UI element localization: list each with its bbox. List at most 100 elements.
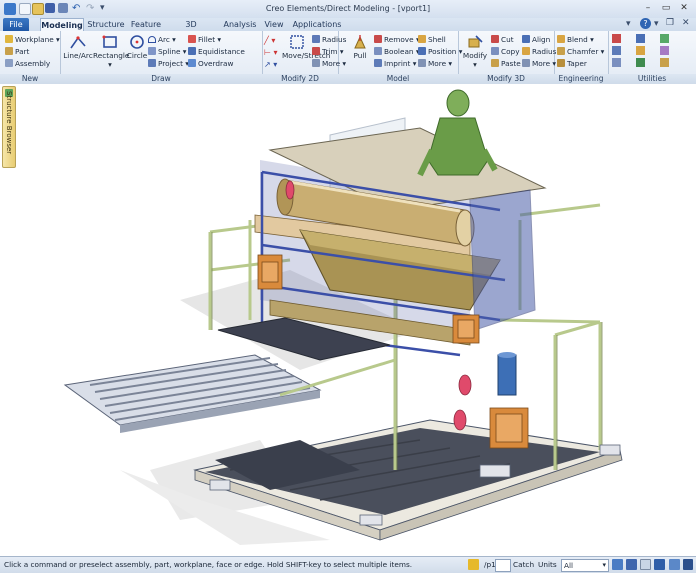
spline-icon [148,47,156,55]
paste-icon [491,59,499,67]
window-layout-icon[interactable] [683,559,693,570]
group-label-utilities: Utilities [608,74,696,84]
circle-button[interactable]: Circle [126,34,148,60]
minimize-button[interactable]: – [640,2,656,15]
tab-feature[interactable]: Feature [130,18,162,31]
arc-button[interactable]: Arc ▾ [148,34,176,45]
part-button[interactable]: Part [5,46,29,57]
3d-viewport[interactable] [0,84,696,556]
move-stretch-button[interactable]: Move/Stretch [282,34,330,60]
copy-button[interactable]: Copy [491,46,520,57]
group-engineering: Blend ▾ Chamfer ▾ Taper Engineering [554,31,609,84]
pull-button[interactable]: Pull [348,34,372,60]
filter-select[interactable]: All ▾ [561,559,609,572]
group-new: Workplane ▾ Part Assembly New [0,31,61,84]
confirm-icon[interactable] [654,559,665,570]
workplane-button[interactable]: Workplane ▾ [5,34,60,45]
utility-select-icon[interactable] [636,34,645,43]
help-icon[interactable]: ? [640,18,651,29]
sketch-line-icon[interactable]: ╱ ▾ [264,35,275,46]
status-bar: Click a command or preselect assembly, p… [0,556,696,573]
tab-file[interactable]: File [3,18,29,31]
restore-icon[interactable]: ❐ [666,18,674,28]
grid-icon[interactable] [669,559,680,570]
remove-button[interactable]: Remove ▾ [374,34,420,45]
assembly-button[interactable]: Assembly [5,58,50,69]
trim-icon [312,47,320,55]
tab-view[interactable]: View [262,18,286,31]
rectangle-button[interactable]: Rectangle ▾ [93,34,129,69]
settings-dropdown-icon[interactable]: ▾ [626,19,631,29]
project-button[interactable]: Project ▾ [148,58,189,69]
overdraw-button[interactable]: Overdraw [188,58,234,69]
sketch-misc-icon[interactable]: ↗ ▾ [264,59,277,70]
units-button[interactable]: Units [538,559,557,570]
imprint-button[interactable]: Imprint ▾ [374,58,416,69]
radius-3d-icon [522,47,530,55]
doc-close-icon[interactable]: ✕ [682,18,690,28]
window-title: Creo Elements/Direct Modeling - [vport1] [265,4,431,13]
radius-3d-button[interactable]: Radius [522,46,556,57]
ribbon-tab-bar: File Modeling Structure Feature 3D Geome… [0,18,696,42]
paste-button[interactable]: Paste [491,58,521,69]
utility-color-icon[interactable] [636,46,645,55]
catch-button[interactable]: Catch [513,559,534,570]
group-label-engineering: Engineering [554,74,608,84]
group-label-modify-2d: Modify 2D [262,74,338,84]
tab-3d-geometry[interactable]: 3D Geometry [166,18,216,42]
structure-browser-label: Structure Browser [5,91,13,155]
fillet-button[interactable]: Fillet ▾ [188,34,221,45]
shell-icon [418,35,426,43]
utility-properties-icon[interactable] [612,58,621,67]
fillet-icon [188,35,196,43]
rectangle-icon [102,35,117,48]
machine-model-render [63,89,623,545]
group-label-model: Model [338,74,458,84]
utility-check-icon[interactable] [612,46,621,55]
project-icon [148,59,156,67]
more-3d-button[interactable]: More ▾ [522,58,556,69]
utility-measure-icon[interactable] [612,34,621,43]
position-button[interactable]: Position ▾ [418,46,462,57]
group-utilities: Utilities [608,31,696,84]
cut-button[interactable]: Cut [491,34,514,45]
structure-browser-tab[interactable]: Structure Browser [2,86,16,168]
align-button[interactable]: Align [522,34,550,45]
cancel-icon[interactable] [640,559,651,570]
pull-icon [354,35,366,49]
group-label-new: New [0,74,60,84]
sketch-dim-icon[interactable]: ⊢ ▾ [264,47,278,58]
close-button[interactable]: ✕ [676,2,692,15]
align-icon [522,35,530,43]
vport-box[interactable] [495,559,511,572]
equidistance-button[interactable]: Equidistance [188,46,245,57]
arc-icon [148,36,156,43]
tab-applications[interactable]: Applications [292,18,342,31]
group-modify-2d: ╱ ▾ ⊢ ▾ ↗ ▾ Move/Stretch Radius Trim ▾ M… [262,31,346,84]
utility-clip-icon[interactable] [660,46,669,55]
modify-icon [468,35,483,48]
taper-button[interactable]: Taper [557,58,587,69]
utility-view-icon[interactable] [660,34,669,43]
window-mode-icon[interactable] [626,559,637,570]
line-arc-button[interactable]: Line/Arc [63,34,93,60]
utility-macro-icon[interactable] [660,58,669,67]
modify-button[interactable]: Modify ▾ [461,34,489,69]
maximize-button[interactable]: ▭ [658,2,674,15]
blend-button[interactable]: Blend ▾ [557,34,594,45]
warning-icon[interactable] [468,559,479,570]
chamfer-button[interactable]: Chamfer ▾ [557,46,604,57]
spline-button[interactable]: Spline ▾ [148,46,186,57]
remove-icon [374,35,382,43]
selection-mode-icon[interactable] [612,559,623,570]
tab-analysis[interactable]: Analysis [222,18,258,31]
boolean-button[interactable]: Boolean ▾ [374,46,420,57]
group-model: Pull Remove ▾ Boolean ▾ Imprint ▾ Shell … [338,31,462,84]
utility-layer-icon[interactable] [636,58,645,67]
more-model-button[interactable]: More ▾ [418,58,452,69]
tab-structure[interactable]: Structure [86,18,126,31]
group-label-draw: Draw [60,74,262,84]
vport-indicator: /p1 [484,560,496,569]
help-dropdown-icon[interactable]: ▾ [654,19,659,29]
shell-button[interactable]: Shell [418,34,446,45]
